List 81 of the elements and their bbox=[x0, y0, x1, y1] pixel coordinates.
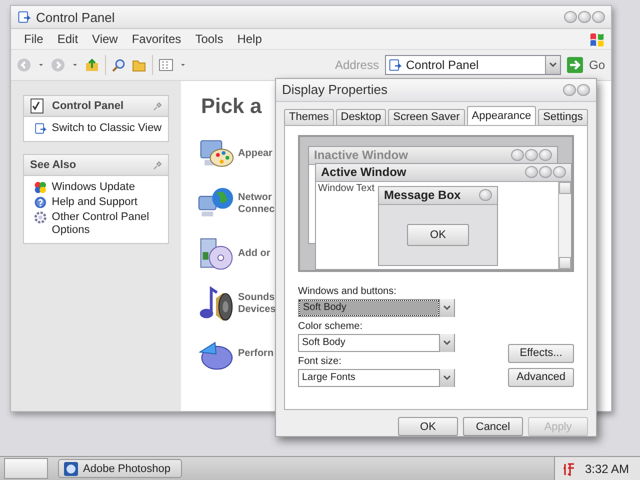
menu-item[interactable]: Edit bbox=[50, 32, 86, 46]
caret-icon[interactable] bbox=[37, 61, 45, 69]
pane-title: Control Panel bbox=[52, 100, 125, 112]
window-title: Control Panel bbox=[36, 10, 116, 24]
pane-title: See Also bbox=[30, 159, 78, 171]
tab[interactable]: Settings bbox=[538, 108, 588, 125]
pin-icon[interactable] bbox=[153, 160, 162, 170]
dropdown[interactable]: Large Fonts bbox=[298, 368, 455, 387]
dialog-button[interactable]: Effects... bbox=[508, 344, 574, 363]
back-icon[interactable] bbox=[17, 58, 31, 72]
window-text: Window Text bbox=[317, 182, 376, 195]
window-title: Active Window bbox=[321, 165, 408, 180]
tab[interactable]: Screen Saver bbox=[388, 108, 465, 125]
dialog-button[interactable]: OK bbox=[398, 417, 458, 436]
caret-icon[interactable] bbox=[548, 62, 557, 68]
field-label: Windows and buttons: bbox=[298, 286, 398, 297]
menu-item[interactable]: Tools bbox=[188, 32, 230, 46]
start-button[interactable] bbox=[4, 458, 48, 479]
window-control-button[interactable] bbox=[563, 84, 576, 96]
clock: 3:32 AM bbox=[585, 462, 630, 476]
dialog-title: Display Properties bbox=[282, 82, 388, 98]
pin-icon[interactable] bbox=[153, 102, 162, 110]
classic-view-icon bbox=[34, 122, 47, 135]
window-control-button[interactable] bbox=[539, 166, 552, 178]
forward-icon[interactable] bbox=[51, 58, 65, 72]
category-link[interactable]: Appear bbox=[238, 148, 272, 160]
dialog-button[interactable]: Advanced bbox=[508, 368, 574, 387]
tab[interactable]: Appearance bbox=[466, 106, 536, 125]
control-panel-icon bbox=[17, 10, 31, 24]
go-button[interactable]: Go bbox=[588, 58, 605, 72]
task-link[interactable]: Switch to Classic View bbox=[52, 122, 162, 135]
gear-icon bbox=[34, 211, 47, 224]
folder-up-icon[interactable] bbox=[85, 58, 99, 72]
menu-item[interactable]: Help bbox=[230, 32, 269, 46]
folder-icon[interactable] bbox=[132, 58, 146, 72]
caret-icon[interactable] bbox=[443, 374, 451, 381]
window-control-button[interactable] bbox=[592, 11, 605, 23]
window-title: Inactive Window bbox=[314, 148, 409, 162]
window-control-button[interactable] bbox=[577, 84, 590, 96]
window-title: Message Box bbox=[384, 188, 462, 202]
dialog-button[interactable]: Cancel bbox=[463, 417, 523, 436]
dropdown[interactable]: Soft Body bbox=[298, 298, 455, 317]
category-link[interactable]: Add or bbox=[238, 248, 270, 260]
caret-icon[interactable] bbox=[443, 340, 451, 346]
page-heading: Pick a bbox=[201, 95, 262, 119]
checklist-icon bbox=[30, 98, 46, 114]
category-link[interactable]: Sounds Devices bbox=[238, 292, 276, 316]
dropdown[interactable]: Soft Body bbox=[298, 334, 455, 352]
ok-button[interactable]: OK bbox=[407, 224, 469, 246]
field-label: Font size: bbox=[298, 356, 342, 367]
views-icon[interactable] bbox=[159, 59, 173, 71]
search-icon[interactable] bbox=[112, 58, 126, 72]
category-link[interactable]: Networ Connec bbox=[238, 192, 275, 216]
scrollbar[interactable] bbox=[558, 182, 571, 269]
menu-item[interactable]: File bbox=[17, 32, 50, 46]
tray-icon[interactable] bbox=[563, 462, 575, 476]
address-field[interactable]: Control Panel bbox=[384, 55, 561, 75]
address-label: Address bbox=[334, 58, 379, 72]
window-control-button[interactable] bbox=[564, 11, 577, 23]
category-link[interactable]: Perforn bbox=[238, 348, 274, 360]
app-icon bbox=[64, 462, 78, 476]
caret-icon[interactable] bbox=[71, 61, 79, 69]
task-link[interactable]: Other Control Panel Options bbox=[52, 211, 162, 237]
tab[interactable]: Desktop bbox=[336, 108, 386, 125]
window-control-button[interactable] bbox=[553, 166, 566, 178]
tab[interactable]: Themes bbox=[284, 108, 334, 125]
task-link[interactable]: Windows Update bbox=[52, 181, 162, 194]
task-link[interactable]: Help and Support bbox=[52, 196, 162, 209]
control-panel-icon bbox=[388, 58, 402, 72]
caret-icon[interactable] bbox=[179, 61, 187, 69]
go-arrow-icon[interactable] bbox=[566, 57, 583, 73]
field-label: Color scheme: bbox=[298, 320, 364, 332]
menu-item[interactable]: Favorites bbox=[124, 32, 188, 46]
help-icon bbox=[34, 196, 47, 209]
taskbar-button[interactable]: Adobe Photoshop bbox=[58, 459, 182, 478]
window-control-button[interactable] bbox=[525, 166, 538, 178]
music-speaker-icon[interactable] bbox=[197, 285, 235, 323]
window-control-button[interactable] bbox=[479, 189, 492, 202]
menu-item[interactable]: View bbox=[85, 32, 125, 46]
window-control-button[interactable] bbox=[578, 11, 591, 23]
caret-icon[interactable] bbox=[443, 304, 451, 311]
